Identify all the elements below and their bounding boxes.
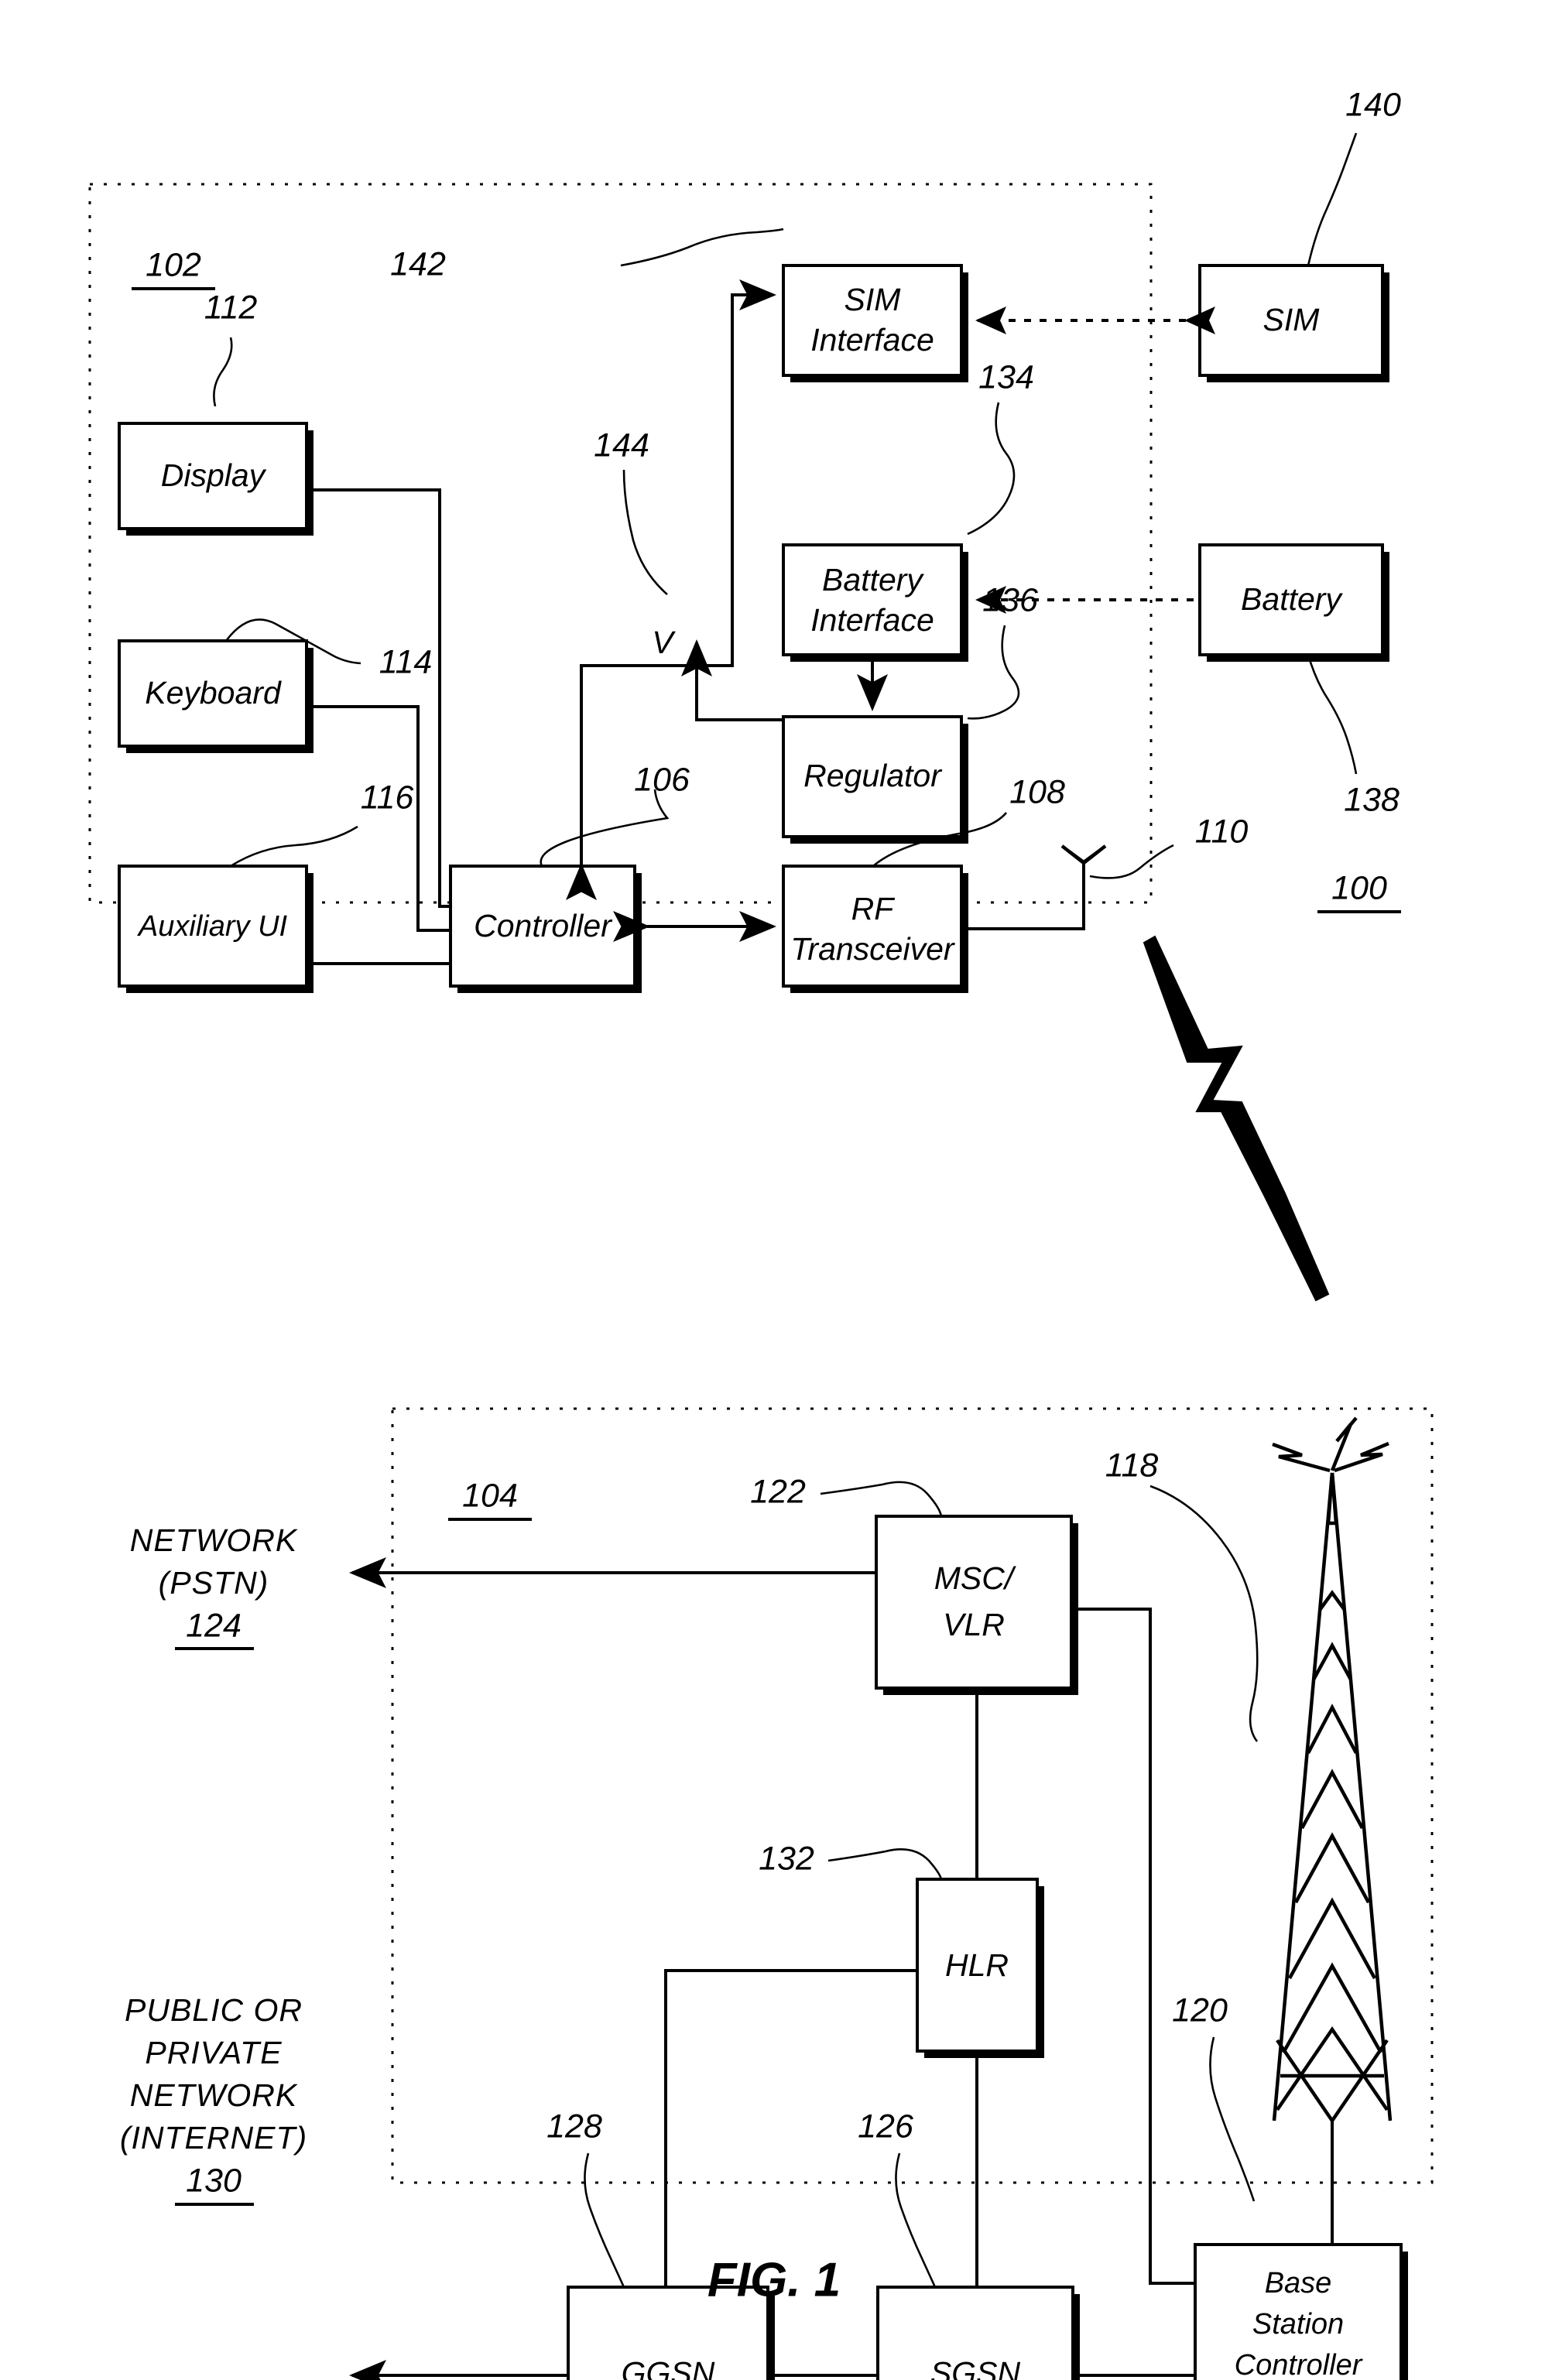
leader-134: [967, 402, 1016, 536]
wire-regulator-voltage-out: [681, 639, 783, 721]
internet-label-3: NETWORK: [130, 2077, 298, 2113]
box-msc-vlr-label-1: MSC/: [934, 1560, 1016, 1596]
ref-122: 122: [750, 1473, 806, 1510]
internet-label-2: PRIVATE: [145, 2035, 282, 2070]
wire-display-to-controller: [307, 488, 451, 908]
box-display-label: Display: [161, 457, 267, 493]
box-sim-external-label: SIM: [1263, 302, 1321, 337]
wire-rf-to-antenna: [961, 863, 1085, 930]
ref-114: 114: [379, 643, 433, 680]
box-battery-interface-label-1: Battery: [822, 562, 924, 598]
leader-140: [1307, 132, 1358, 266]
ref-116: 116: [361, 779, 414, 816]
leader-126: [895, 2152, 937, 2288]
box-controller-label: Controller: [474, 908, 613, 943]
leader-112: [213, 337, 233, 407]
patent-figure: 102 Display Keyboard Auxiliary UI Contro…: [0, 0, 1552, 2380]
internet-label-4: (INTERNET): [120, 2120, 307, 2156]
ref-104: 104: [462, 1477, 518, 1514]
box-hlr-label: HLR: [945, 1947, 1009, 1983]
ref-132: 132: [759, 1840, 814, 1877]
box-hlr: HLR: [916, 1878, 1044, 2058]
ref-130: 130: [186, 2162, 242, 2199]
box-rf-transceiver-label-1: RF: [851, 891, 896, 926]
box-msc-vlr-label-2: VLR: [943, 1607, 1005, 1642]
box-bsc-label-2: Station: [1252, 2308, 1344, 2341]
antenna-icon: [1060, 844, 1107, 865]
internet-label-1: PUBLIC OR: [125, 1992, 303, 2028]
leader-138: [1307, 654, 1358, 775]
ref-134: 134: [978, 358, 1034, 396]
figure-caption: FIG. 1: [707, 2253, 841, 2306]
pstn-label-1: NETWORK: [130, 1522, 298, 1558]
box-bsc-label-1: Base: [1265, 2267, 1332, 2300]
leader-142: [620, 228, 784, 267]
ref-144: 144: [594, 426, 649, 464]
box-sim-external: SIM: [1198, 264, 1389, 382]
leader-144: [622, 469, 668, 595]
ref-110: 110: [1195, 813, 1249, 850]
ref-100: 100: [1331, 869, 1387, 906]
box-rf-transceiver-label-2: Transceiver: [790, 931, 955, 967]
box-battery-interface-label-2: Interface: [810, 602, 934, 638]
ref-112: 112: [204, 289, 258, 326]
box-battery-interface: Battery Interface: [782, 543, 968, 662]
leader-106: [540, 789, 670, 867]
box-msc-vlr: MSC/ VLR: [875, 1515, 1078, 1695]
cell-tower-icon: [1272, 1416, 1393, 2124]
ref-102: 102: [146, 246, 201, 283]
box-keyboard: Keyboard: [118, 639, 313, 753]
pstn-label-2: (PSTN): [159, 1565, 269, 1601]
wire-mscvlr-to-bsc: [1071, 1608, 1195, 2285]
leader-122: [820, 1481, 943, 1517]
rf-link-lightning-icon: [1143, 935, 1330, 1302]
ref-126: 126: [858, 2108, 913, 2145]
box-sim-interface-label-1: SIM: [845, 282, 902, 317]
leader-128: [584, 2152, 625, 2288]
box-display: Display: [118, 422, 313, 536]
box-battery-external: Battery: [1198, 543, 1389, 662]
box-bsc-label-3: Controller: [1235, 2349, 1363, 2380]
ref-142: 142: [390, 245, 446, 283]
ref-118: 118: [1105, 1447, 1159, 1484]
box-regulator: Regulator: [782, 715, 968, 844]
ref-106: 106: [634, 761, 690, 798]
leader-120: [1209, 2036, 1256, 2202]
leader-136: [967, 625, 1020, 720]
ref-136: 136: [982, 581, 1038, 618]
ref-138: 138: [1344, 781, 1400, 818]
box-keyboard-label: Keyboard: [145, 675, 282, 711]
box-sim-interface-label-2: Interface: [810, 322, 934, 358]
leader-132: [827, 1848, 943, 1880]
ref-128: 128: [546, 2108, 602, 2145]
box-sgsn: SGSN: [876, 2286, 1080, 2380]
box-controller: Controller: [449, 865, 642, 993]
box-rf-transceiver: RF Transceiver: [782, 865, 968, 993]
box-ggsn-label: GGSN: [622, 2355, 715, 2380]
leader-118: [1149, 1485, 1259, 1742]
leader-116: [230, 825, 358, 868]
box-auxiliary-ui-label: Auxiliary UI: [137, 910, 288, 943]
ref-140: 140: [1345, 86, 1401, 123]
ref-120: 120: [1172, 1991, 1228, 2029]
box-regulator-label: Regulator: [803, 758, 943, 793]
box-sgsn-label: SGSN: [930, 2355, 1021, 2380]
voltage-label: V: [652, 625, 676, 660]
box-auxiliary-ui: Auxiliary UI: [118, 865, 313, 993]
box-base-station-controller: Base Station Controller: [1194, 2243, 1408, 2380]
ref-108: 108: [1009, 773, 1065, 810]
box-battery-external-label: Battery: [1241, 581, 1343, 617]
wire-keyboard-to-controller: [307, 705, 451, 932]
ref-124: 124: [186, 1607, 242, 1644]
box-sim-interface: SIM Interface: [782, 264, 968, 382]
